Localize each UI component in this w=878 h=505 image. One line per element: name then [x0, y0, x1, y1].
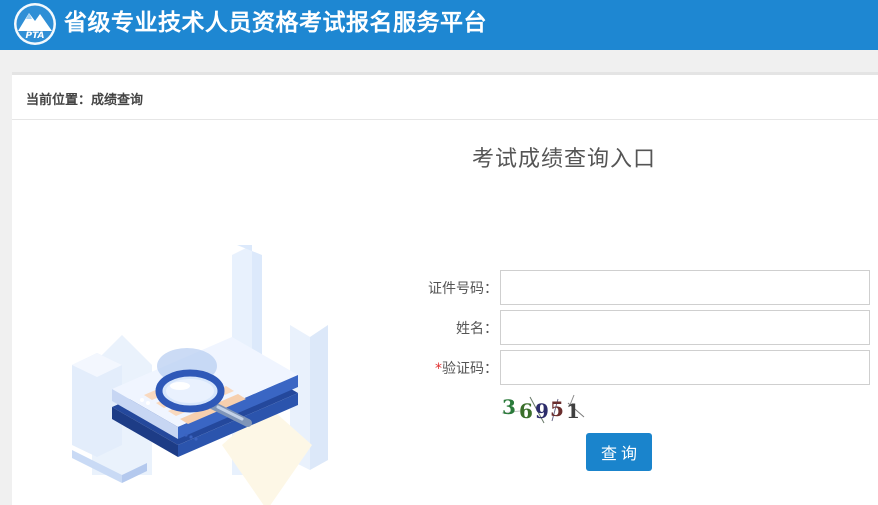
- breadcrumb: 当前位置：成绩查询: [26, 93, 144, 108]
- captcha-input[interactable]: [500, 350, 870, 385]
- id-number-input[interactable]: [500, 270, 870, 305]
- breadcrumb-divider: [12, 119, 878, 120]
- captcha-row: *验证码：: [412, 350, 872, 386]
- captcha-char-1: 3: [502, 395, 516, 419]
- captcha-char-2: 6: [519, 399, 533, 423]
- captcha-label-text: 验证码：: [442, 361, 498, 377]
- required-mark: *: [435, 361, 442, 377]
- name-row: 姓名：: [412, 310, 872, 346]
- captcha-image[interactable]: 3 6 9 5 1: [500, 393, 592, 425]
- site-title: 省级专业技术人员资格考试报名服务平台: [64, 10, 487, 36]
- name-input[interactable]: [500, 310, 870, 345]
- id-number-row: 证件号码：: [412, 270, 872, 306]
- pta-logo-icon: PTA: [14, 3, 56, 45]
- captcha-label: *验证码：: [435, 358, 498, 378]
- captcha-char-3: 9: [535, 399, 549, 423]
- captcha-char-5: 1: [566, 399, 580, 423]
- logo-text: PTA: [25, 31, 44, 41]
- magnifier-document-illustration: [72, 245, 328, 505]
- top-header: PTA 省级专业技术人员资格考试报名服务平台: [0, 0, 878, 50]
- name-label: 姓名：: [456, 321, 498, 337]
- captcha-char-4: 5: [550, 397, 564, 421]
- id-number-label: 证件号码：: [428, 281, 498, 297]
- query-button[interactable]: 查询: [586, 433, 652, 471]
- main-card: 当前位置：成绩查询 考试成绩查询入口 证件号码： 姓名： *验证码： 3 6 9…: [12, 72, 878, 505]
- form-title: 考试成绩查询入口: [472, 147, 657, 172]
